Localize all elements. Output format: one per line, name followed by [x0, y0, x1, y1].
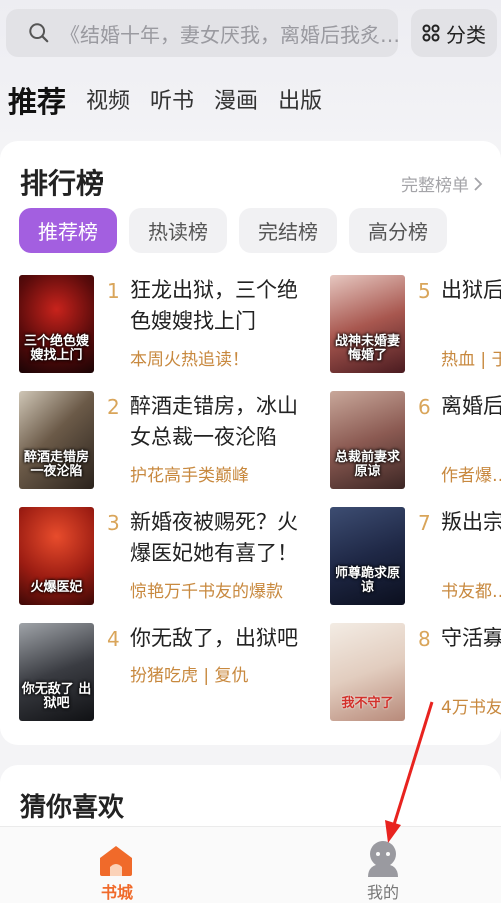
cover-text: 三个绝色嫂嫂找上门 [23, 334, 89, 363]
book-item[interactable]: 师尊跪求原谅 7 叛出宗…师尊跪… 书友都… [330, 507, 501, 607]
book-item[interactable]: 总裁前妻求原谅 6 离婚后…求原谅… 作者爆… [330, 391, 501, 491]
tab-recommend[interactable]: 推荐 [8, 82, 66, 122]
book-cover[interactable]: 火爆医妃 [19, 507, 94, 605]
rank-number: 6 [418, 395, 431, 419]
ranking-title: 排行榜 [20, 167, 105, 200]
cover-text: 醉酒走错房 一夜沦陷 [23, 450, 89, 479]
book-item[interactable]: 醉酒走错房 一夜沦陷 2 醉酒走错房，冰山女总裁一夜沦陷 护花高手类巅峰 [19, 391, 309, 491]
category-label: 分类 [446, 22, 486, 47]
ranking-pills: 推荐榜 热读榜 完结榜 高分榜 [19, 208, 447, 253]
cover-text: 我不守了 [341, 696, 394, 711]
book-tag: 书友都… [441, 582, 501, 602]
book-cover[interactable]: 总裁前妻求原谅 [330, 391, 405, 489]
book-tag: 作者爆… [441, 466, 501, 486]
search-bar[interactable]: 《结婚十年，妻女厌我，离婚后我炙… [6, 9, 398, 57]
rank-number: 4 [107, 627, 120, 651]
rank-number: 3 [107, 511, 120, 535]
top-header: 《结婚十年，妻女厌我，离婚后我炙… 分类 推荐 视频 听书 漫画 出版 [0, 0, 501, 140]
book-cover[interactable]: 三个绝色嫂嫂找上门 [19, 275, 94, 373]
book-cover[interactable]: 你无敌了 出狱吧 [19, 623, 94, 721]
book-cover[interactable]: 战神未婚妻悔婚了 [330, 275, 405, 373]
book-title: 醉酒走错房，冰山女总裁一夜沦陷 [130, 394, 298, 449]
cover-text: 火爆医妃 [30, 580, 83, 595]
book-cover[interactable]: 师尊跪求原谅 [330, 507, 405, 605]
book-cover[interactable]: 我不守了 [330, 623, 405, 721]
tab-video[interactable]: 视频 [86, 82, 130, 122]
book-tag: 扮猪吃虎 | 复仇 [130, 666, 249, 686]
rank-number: 5 [418, 279, 431, 303]
book-title: 离婚后…求原谅… [441, 394, 501, 418]
bottom-nav: 书城 我的 [0, 826, 501, 903]
book-title: 狂龙出狱，三个绝色嫂嫂找上门 [130, 278, 298, 333]
guess-you-like-title: 猜你喜欢 [20, 793, 125, 823]
search-placeholder: 《结婚十年，妻女厌我，离婚后我炙… [60, 22, 398, 47]
book-item[interactable]: 你无敌了 出狱吧 4 你无敌了，出狱吧 扮猪吃虎 | 复仇 [19, 623, 309, 723]
book-tag: 热血 | 于… [441, 350, 501, 370]
book-item[interactable]: 三个绝色嫂嫂找上门 1 狂龙出狱，三个绝色嫂嫂找上门 本周火热追读！ [19, 275, 309, 375]
nav-bookstore-label: 书城 [100, 883, 133, 902]
nav-me-label: 我的 [366, 883, 399, 902]
chevron-right-icon [474, 176, 483, 191]
full-ranking-link[interactable]: 完整榜单 [401, 171, 483, 196]
book-item[interactable]: 火爆医妃 3 新婚夜被赐死？火爆医妃她有喜了！ 惊艳万千书友的爆款 [19, 507, 309, 607]
full-ranking-label: 完整榜单 [401, 176, 469, 196]
book-title: 守活寡…区离婚… [441, 626, 501, 650]
pill-recommend[interactable]: 推荐榜 [19, 208, 117, 253]
cover-text: 师尊跪求原谅 [334, 566, 400, 595]
top-tabs: 推荐 视频 听书 漫画 出版 [8, 78, 322, 122]
rank-number: 2 [107, 395, 120, 419]
book-title: 出狱后…神未婚… [441, 278, 501, 302]
tab-comic[interactable]: 漫画 [214, 82, 258, 122]
book-title: 叛出宗…师尊跪… [441, 510, 501, 534]
book-tag: 本周火热追读！ [130, 350, 249, 370]
book-tag: 护花高手类巅峰 [130, 466, 249, 486]
book-item[interactable]: 战神未婚妻悔婚了 5 出狱后…神未婚… 热血 | 于… [330, 275, 501, 375]
rank-number: 1 [107, 279, 120, 303]
grid-icon [422, 24, 440, 42]
rank-number: 7 [418, 511, 431, 535]
book-cover[interactable]: 醉酒走错房 一夜沦陷 [19, 391, 94, 489]
tab-publish[interactable]: 出版 [278, 82, 322, 122]
search-icon [29, 23, 49, 43]
ranking-card: 排行榜 完整榜单 推荐榜 热读榜 完结榜 高分榜 三个绝色嫂嫂找上门 1 狂龙出… [0, 141, 501, 745]
category-button[interactable]: 分类 [411, 9, 497, 57]
cover-text: 战神未婚妻悔婚了 [334, 334, 400, 363]
cover-text: 总裁前妻求原谅 [334, 450, 400, 479]
pill-high-score[interactable]: 高分榜 [349, 208, 447, 253]
book-tag: 惊艳万千书友的爆款 [130, 582, 283, 602]
pill-hot[interactable]: 热读榜 [129, 208, 227, 253]
tab-audiobook[interactable]: 听书 [150, 82, 194, 122]
pill-finished[interactable]: 完结榜 [239, 208, 337, 253]
profile-icon [368, 841, 398, 877]
rank-number: 8 [418, 627, 431, 651]
book-tag: 4万书友… [441, 698, 501, 718]
cover-text: 你无敌了 出狱吧 [21, 682, 92, 711]
book-item[interactable]: 我不守了 8 守活寡…区离婚… 4万书友… [330, 623, 501, 723]
book-title: 新婚夜被赐死？火爆医妃她有喜了！ [130, 510, 298, 565]
book-title: 你无敌了，出狱吧 [130, 626, 298, 650]
home-icon [100, 846, 132, 876]
